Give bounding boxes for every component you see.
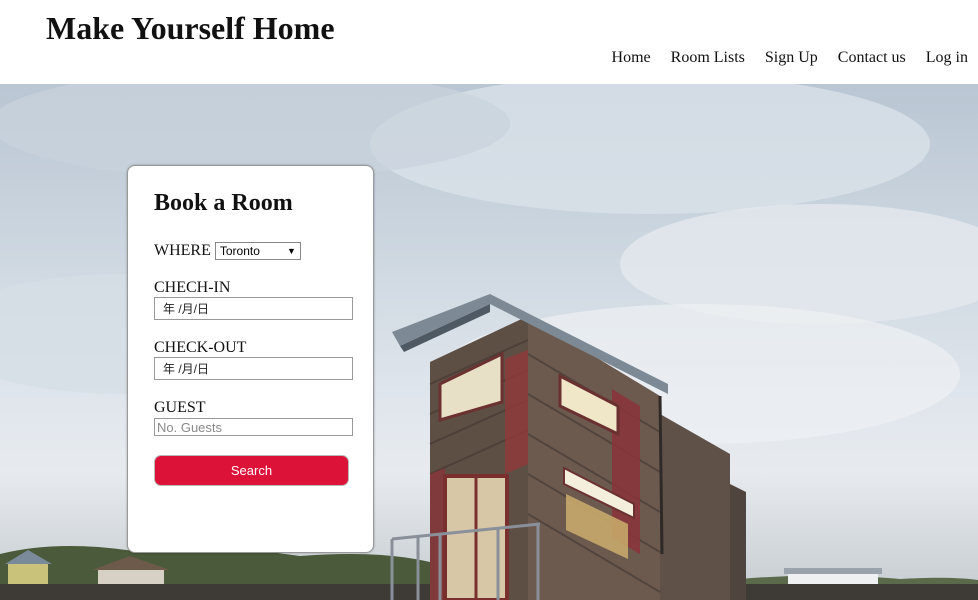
checkin-date-value: 年 /月/日 [163,302,210,316]
where-row: WHERE Toronto ▼ [154,242,301,260]
where-label: WHERE [154,242,211,259]
nav-room-lists[interactable]: Room Lists [671,49,745,67]
main-nav: Home Room Lists Sign Up Contact us Log i… [612,49,968,67]
site-header: Make Yourself Home Home Room Lists Sign … [0,0,978,84]
booking-card: Book a Room WHERE Toronto ▼ CHECH-IN 年 /… [127,165,374,553]
checkout-date-value: 年 /月/日 [163,362,210,376]
nav-home[interactable]: Home [612,49,651,67]
search-button[interactable]: Search [154,455,349,486]
nav-sign-up[interactable]: Sign Up [765,49,818,67]
checkout-label: CHECK-OUT [154,339,247,356]
nav-log-in[interactable]: Log in [926,49,968,67]
guest-count-input[interactable] [154,418,353,436]
site-title: Make Yourself Home [46,10,335,46]
checkin-date-input[interactable]: 年 /月/日 [154,297,353,320]
checkout-date-input[interactable]: 年 /月/日 [154,357,353,380]
dropdown-arrow-icon: ▼ [286,246,296,256]
location-select-value: Toronto [219,244,260,258]
booking-title: Book a Room [154,190,293,216]
location-select[interactable]: Toronto ▼ [214,242,301,260]
checkin-label: CHECH-IN [154,279,231,296]
nav-contact-us[interactable]: Contact us [838,49,906,67]
guest-label: GUEST [154,399,206,416]
